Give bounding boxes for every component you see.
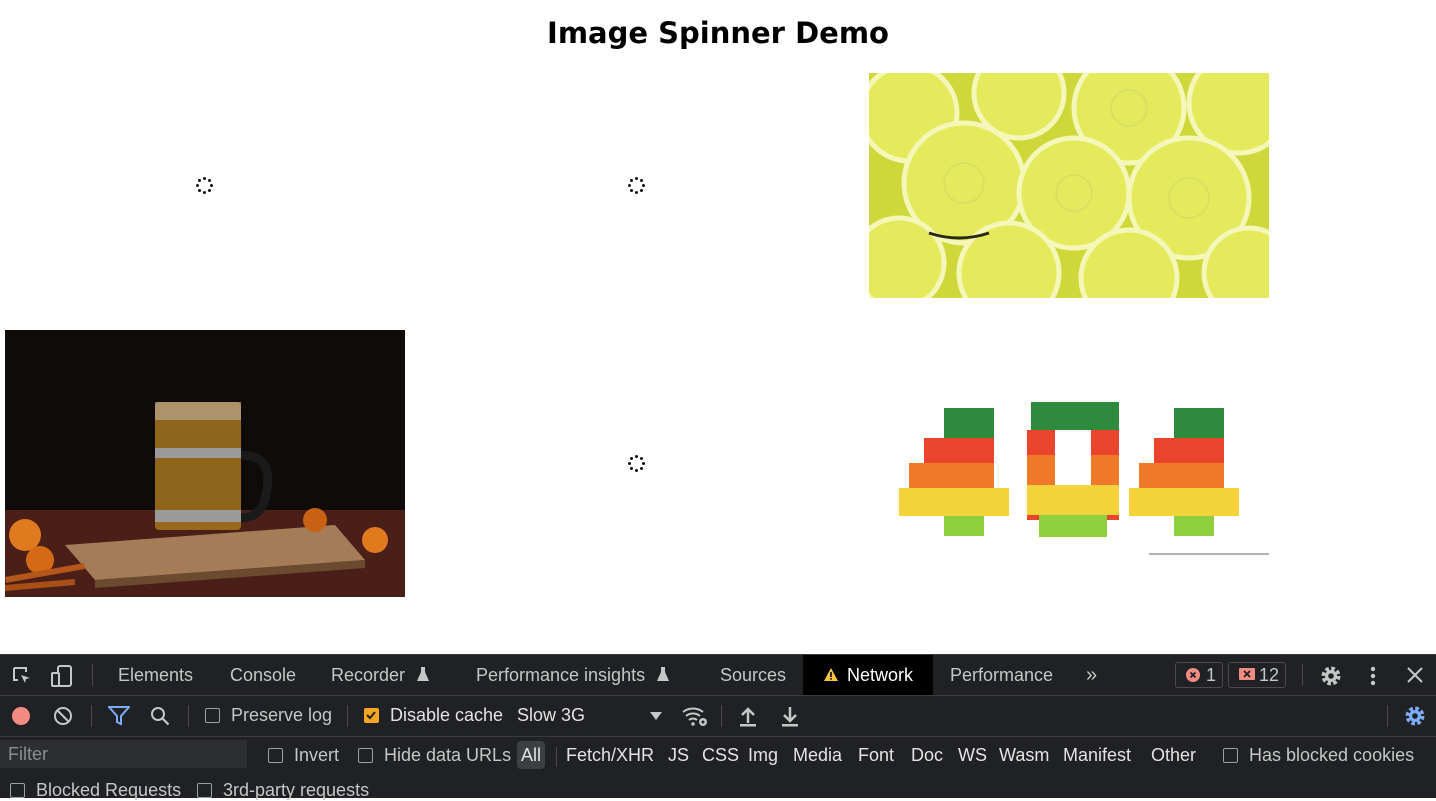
tab-performance[interactable]: Performance: [933, 655, 1070, 695]
preserve-log-checkbox[interactable]: [205, 708, 220, 723]
third-party-requests-checkbox[interactable]: [197, 783, 212, 798]
blocked-requests-label: Blocked Requests: [36, 780, 182, 800]
loading-spinner-icon: [628, 455, 646, 473]
hide-data-urls-label: Hide data URLs: [384, 745, 512, 765]
disable-cache-checkbox[interactable]: [364, 708, 379, 723]
type-filter-all[interactable]: All: [517, 741, 546, 769]
chevron-down-icon: [650, 712, 662, 720]
tab-recorder[interactable]: Recorder: [314, 655, 447, 695]
has-blocked-cookies-checkbox[interactable]: [1223, 748, 1238, 763]
type-filter-img[interactable]: Img: [748, 741, 778, 769]
network-filterbar: Invert Hide data URLs All Fetch/XHR JS C…: [0, 737, 1436, 773]
experiment-flask-icon: [417, 667, 430, 681]
network-settings-gear-icon[interactable]: [1403, 704, 1427, 733]
error-icon: [1186, 668, 1200, 682]
tab-label: Performance insights: [476, 665, 646, 685]
invert-checkbox[interactable]: [268, 748, 283, 763]
inspect-element-icon[interactable]: [11, 665, 33, 692]
page-title: Image Spinner Demo: [547, 16, 889, 50]
settings-gear-icon[interactable]: [1319, 664, 1343, 693]
issues-badge[interactable]: 12: [1228, 662, 1287, 688]
search-icon[interactable]: [150, 706, 170, 731]
devtools-tabbar: Elements Console Recorder Performance in…: [0, 655, 1436, 696]
type-filter-other[interactable]: Other: [1151, 741, 1196, 769]
tab-console[interactable]: Console: [213, 655, 313, 695]
throttling-value: Slow 3G: [517, 705, 586, 725]
devtools-panel: Elements Console Recorder Performance in…: [0, 654, 1436, 800]
tab-sources[interactable]: Sources: [703, 655, 803, 695]
filter-input[interactable]: [0, 740, 247, 768]
errors-badge[interactable]: 1: [1175, 662, 1224, 688]
import-har-icon[interactable]: [738, 705, 758, 732]
record-icon[interactable]: [11, 706, 31, 731]
warning-icon: [823, 668, 838, 681]
third-party-requests-label: 3rd-party requests: [223, 780, 370, 800]
lime-slices-image: [869, 73, 1269, 298]
network-conditions-icon[interactable]: [681, 704, 709, 733]
loading-spinner-icon: [628, 177, 646, 195]
lego-404-image: [869, 330, 1269, 555]
type-filter-js[interactable]: JS: [668, 741, 689, 769]
issue-icon: [1239, 668, 1255, 680]
close-icon[interactable]: [1406, 666, 1424, 689]
type-filter-css[interactable]: CSS: [702, 741, 739, 769]
check-icon: [366, 711, 376, 720]
loading-spinner-icon: [196, 177, 214, 195]
type-filter-doc[interactable]: Doc: [911, 741, 943, 769]
tab-performance-insights[interactable]: Performance insights: [459, 655, 687, 695]
more-tabs-icon[interactable]: »: [1078, 655, 1105, 695]
throttling-select[interactable]: Slow 3G: [507, 696, 667, 736]
type-filter-font[interactable]: Font: [858, 741, 894, 769]
blocked-requests-checkbox[interactable]: [10, 783, 25, 798]
hide-data-urls-checkbox[interactable]: [358, 748, 373, 763]
export-har-icon[interactable]: [780, 705, 800, 732]
invert-label: Invert: [294, 745, 340, 765]
tab-network[interactable]: Network: [803, 655, 933, 695]
has-blocked-cookies-label: Has blocked cookies: [1249, 745, 1415, 765]
type-filter-media[interactable]: Media: [793, 741, 842, 769]
network-toolbar: Preserve log Disable cache Slow 3G: [0, 696, 1436, 737]
error-count: 1: [1206, 665, 1217, 685]
more-options-icon[interactable]: [1370, 665, 1376, 692]
network-filterbar-extra: Blocked Requests 3rd-party requests: [0, 773, 1436, 800]
type-filter-wasm[interactable]: Wasm: [999, 741, 1049, 769]
tab-elements[interactable]: Elements: [101, 655, 210, 695]
preserve-log-label: Preserve log: [231, 705, 333, 725]
tab-label: Recorder: [331, 665, 406, 685]
experiment-flask-icon: [657, 667, 670, 681]
device-toolbar-icon[interactable]: [50, 664, 74, 693]
type-filter-ws[interactable]: WS: [958, 741, 987, 769]
tab-label: Network: [846, 665, 913, 685]
tea-glass-image: [5, 330, 405, 597]
clear-icon[interactable]: [53, 706, 73, 731]
filter-icon[interactable]: [106, 706, 132, 731]
disable-cache-label: Disable cache: [390, 705, 504, 725]
type-filter-fetch-xhr[interactable]: Fetch/XHR: [566, 741, 654, 769]
issue-count: 12: [1259, 665, 1280, 685]
type-filter-manifest[interactable]: Manifest: [1063, 741, 1131, 769]
